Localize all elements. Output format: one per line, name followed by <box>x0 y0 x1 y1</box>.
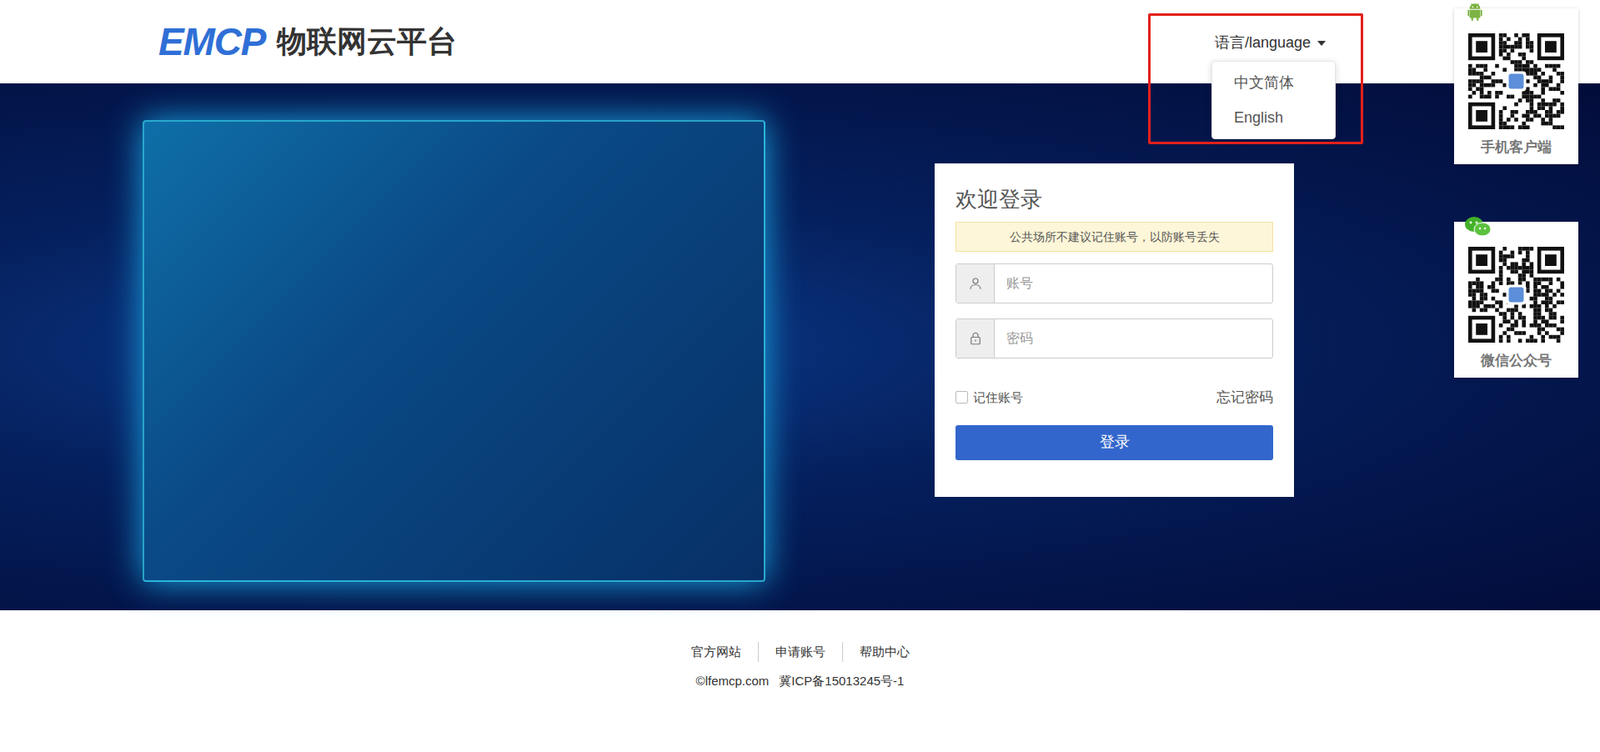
android-icon <box>1464 1 1486 24</box>
qr-label: 微信公众号 <box>1480 351 1552 372</box>
qr-code-icon <box>1468 33 1565 130</box>
wechat-icon <box>1464 215 1493 239</box>
qr-code-icon <box>1468 246 1565 343</box>
forgot-password-link[interactable]: 忘记密码 <box>1216 386 1274 409</box>
remember-checkbox[interactable]: 记住账号 <box>955 388 1024 408</box>
footer-links: 官方网站申请账号帮助中心 <box>674 642 927 663</box>
qr-card: 微信公众号 <box>1454 221 1579 378</box>
logo[interactable]: EMCP 物联网云平台 <box>158 22 457 61</box>
checkbox-box[interactable] <box>955 391 969 404</box>
input-group <box>955 263 1274 304</box>
language-menu: 中文简体English <box>1211 60 1336 140</box>
logo-mark: EMCP <box>158 22 266 61</box>
notice: 公共场所不建议记住账号，以防账号丢失 <box>955 221 1274 252</box>
user-icon <box>956 264 995 303</box>
dashboard-illustration <box>142 120 766 582</box>
divider <box>757 642 759 663</box>
footer-link[interactable]: 帮助中心 <box>842 642 927 663</box>
account-input[interactable] <box>994 264 1273 303</box>
icp-text[interactable]: 冀ICP备15013245号-1 <box>778 672 904 692</box>
qr-card: 手机客户端 <box>1454 8 1579 165</box>
copyright: ©lfemcp.com 冀ICP备15013245号-1 <box>696 672 905 692</box>
footer: 官方网站申请账号帮助中心 ©lfemcp.com 冀ICP备15013245号-1 <box>0 610 1600 692</box>
language-option[interactable]: 中文简体 <box>1212 65 1335 101</box>
language-option[interactable]: English <box>1212 100 1335 136</box>
logo-title: 物联网云平台 <box>276 26 457 57</box>
caret-icon <box>1317 40 1326 46</box>
footer-link[interactable]: 官方网站 <box>674 642 758 663</box>
login-options: 记住账号 忘记密码 <box>955 386 1274 409</box>
copyright-text: ©lfemcp.com <box>696 672 770 692</box>
input-group <box>955 318 1274 359</box>
remember-label: 记住账号 <box>973 388 1024 408</box>
password-input[interactable] <box>994 319 1273 358</box>
lock-icon <box>956 319 995 358</box>
qr-label: 手机客户端 <box>1480 137 1552 158</box>
banner: 欢迎登录公共场所不建议记住账号，以防账号丢失记住账号 忘记密码登录 <box>0 83 1600 611</box>
language-label: 语言/language <box>1214 31 1311 55</box>
language-toggle[interactable]: 语言/language <box>1214 31 1326 55</box>
login-button[interactable]: 登录 <box>955 425 1274 461</box>
divider <box>842 642 843 663</box>
header: EMCP物联网云平台语言/language中文简体English <box>0 0 1600 84</box>
login-title: 欢迎登录 <box>955 185 1274 214</box>
footer-link[interactable]: 申请账号 <box>758 642 843 663</box>
login-card: 欢迎登录公共场所不建议记住账号，以防账号丢失记住账号 忘记密码登录 <box>934 163 1295 497</box>
